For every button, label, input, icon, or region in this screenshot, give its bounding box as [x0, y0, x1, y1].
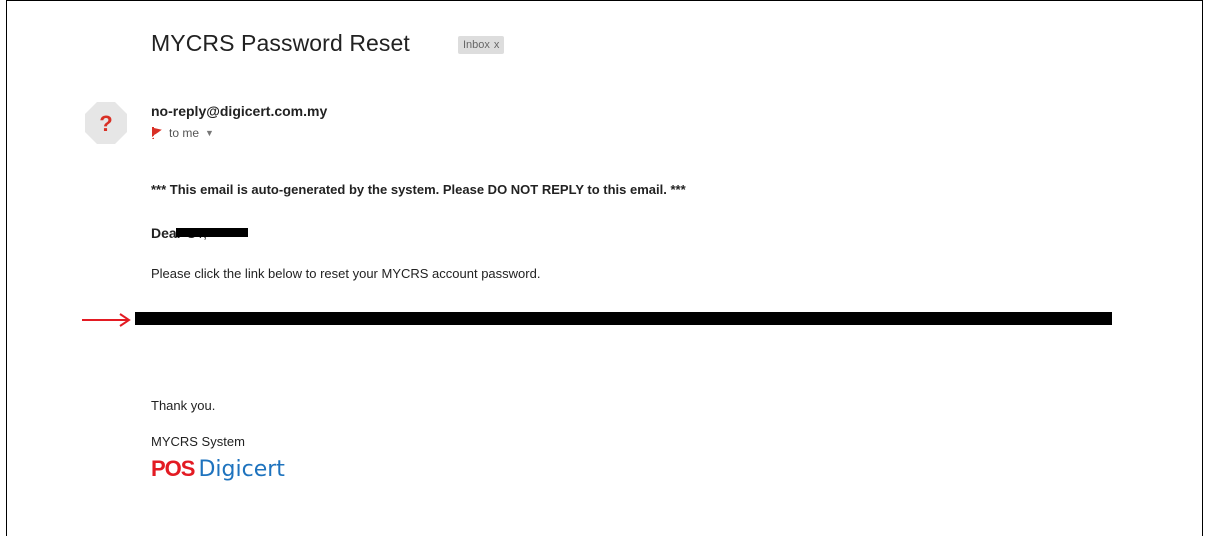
recipient-text: to me	[169, 126, 200, 140]
email-subject: MYCRS Password Reset	[151, 30, 410, 56]
logo-digicert-text: Digicert	[198, 457, 285, 482]
inbox-label-badge[interactable]: Inbox x	[458, 36, 505, 54]
svg-text:?: ?	[99, 111, 112, 136]
remove-label-icon[interactable]: x	[494, 39, 500, 51]
redacted-name-block	[176, 228, 248, 237]
logo-pos-text: POS	[151, 456, 195, 481]
signature-text: MYCRS System	[151, 434, 245, 449]
sender-address: no-reply@digicert.com.my	[151, 103, 328, 119]
red-arrow-icon	[82, 313, 131, 327]
closing-text: Thank you.	[151, 398, 216, 413]
pos-digicert-logo: POS Digicert	[151, 456, 285, 486]
security-flag-icon	[151, 127, 165, 139]
redacted-link-block	[135, 312, 1112, 325]
instruction-text: Please click the link below to reset you…	[151, 266, 541, 281]
auto-generated-notice: *** This email is auto-generated by the …	[151, 182, 686, 197]
recipient-line[interactable]: to me ▼	[151, 126, 214, 140]
unknown-sender-avatar-icon: ?	[85, 102, 127, 144]
inbox-label-text: Inbox	[463, 39, 490, 51]
chevron-down-icon[interactable]: ▼	[205, 128, 214, 138]
